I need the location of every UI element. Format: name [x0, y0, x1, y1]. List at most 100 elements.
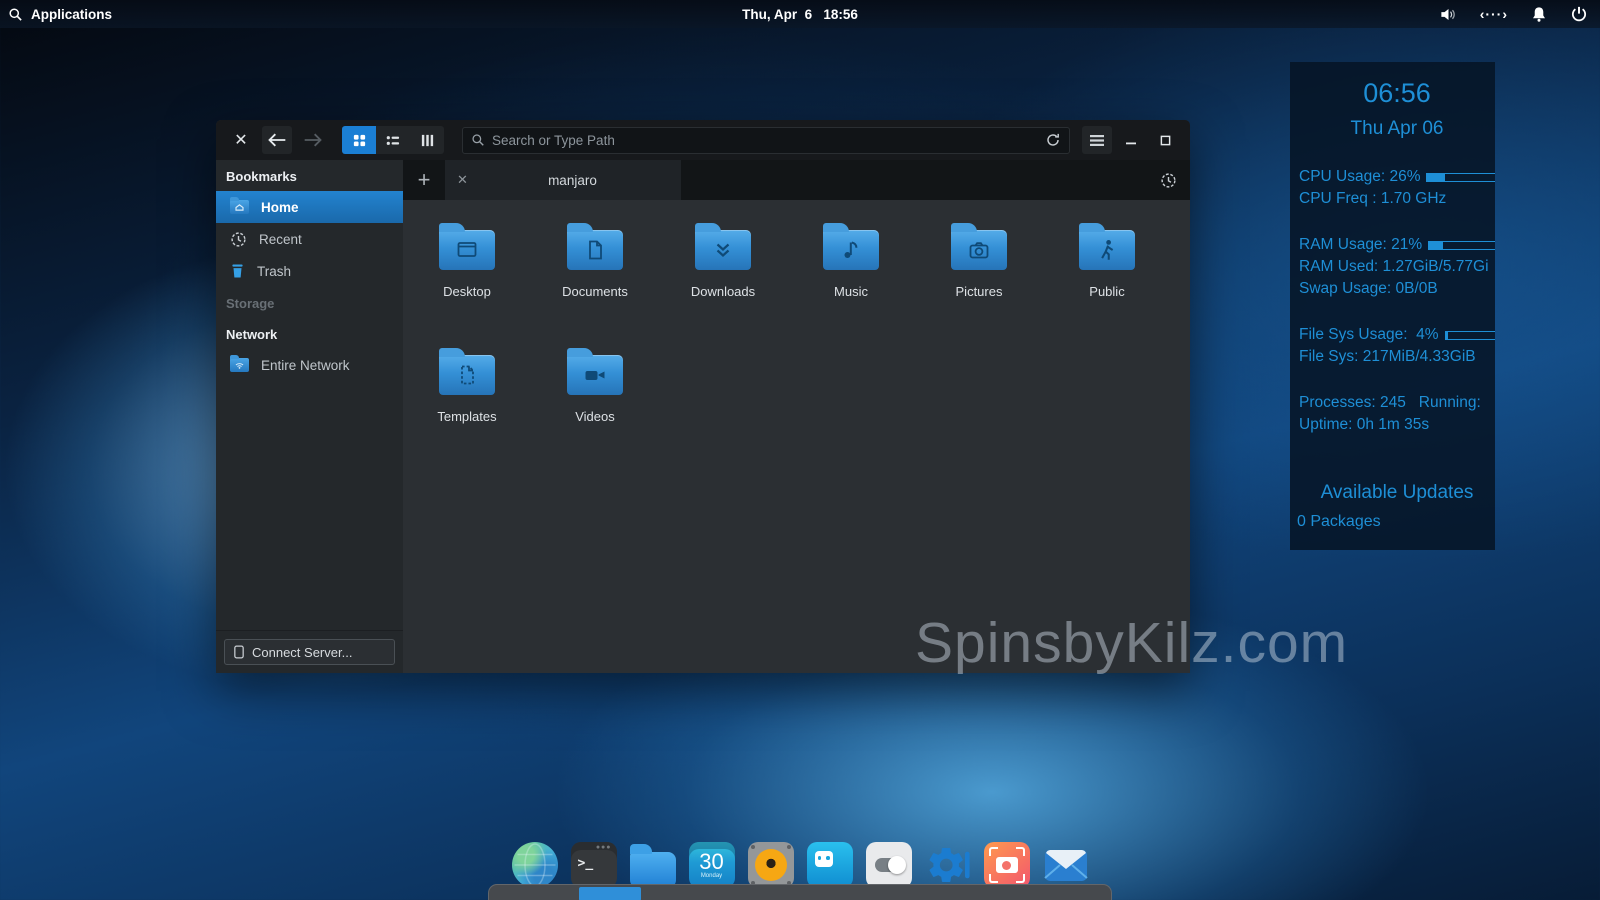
public-folder-icon — [1079, 230, 1135, 270]
media-player-icon[interactable] — [748, 842, 794, 888]
folder-view[interactable]: Desktop Documents Downloads — [403, 200, 1190, 673]
sidebar-item-label: Entire Network — [261, 358, 350, 373]
settings-gear-icon[interactable] — [925, 842, 971, 888]
terminal-icon[interactable]: ●●● >_ — [571, 842, 617, 888]
dock: ●●● >_ 30 Monday — [0, 842, 1600, 888]
minimize-button[interactable] — [1116, 126, 1146, 154]
cpu-usage-bar — [1426, 173, 1495, 182]
watermark-text: SpinsbyKilz.com — [915, 610, 1348, 676]
folder-label: Videos — [575, 409, 615, 424]
file-manager-window: ✕ — [216, 120, 1190, 673]
folder-documents[interactable]: Documents — [531, 212, 659, 337]
downloads-folder-icon — [695, 230, 751, 270]
mail-icon[interactable] — [1043, 842, 1089, 888]
column-view-icon — [420, 133, 435, 148]
folder-public[interactable]: Public — [1043, 212, 1171, 337]
server-icon — [234, 645, 244, 659]
maximize-icon — [1160, 135, 1171, 146]
screenshot-tool-icon[interactable] — [984, 842, 1030, 888]
trash-icon — [230, 263, 245, 279]
toolbar: ✕ — [216, 120, 1190, 160]
sidebar-item-label: Recent — [259, 232, 302, 247]
folder-music[interactable]: Music — [787, 212, 915, 337]
icon-view-button[interactable] — [342, 126, 376, 154]
connect-server-label: Connect Server... — [252, 645, 352, 660]
tab-manjaro[interactable]: ✕ manjaro — [445, 160, 681, 200]
videos-folder-icon — [567, 355, 623, 395]
network-icon[interactable]: ‹···› — [1480, 6, 1508, 22]
volume-icon[interactable] — [1439, 6, 1458, 23]
connect-server-button[interactable]: Connect Server... — [224, 639, 395, 665]
list-view-icon — [385, 133, 401, 148]
back-arrow-icon — [267, 132, 287, 148]
top-panel: Applications Thu, Apr 6 18:56 ‹···› — [0, 0, 1600, 28]
sidebar: Bookmarks Home Recent Trash — [216, 160, 403, 673]
view-mode-group — [342, 126, 444, 154]
uptime-row: Uptime: 0h 1m 35s — [1299, 414, 1495, 436]
bookmarks-header: Bookmarks — [216, 160, 403, 191]
storage-header: Storage — [216, 287, 403, 318]
panel-clock[interactable]: Thu, Apr 6 18:56 — [742, 7, 858, 22]
list-view-button[interactable] — [376, 126, 410, 154]
folder-label: Downloads — [691, 284, 755, 299]
notifications-icon[interactable] — [1530, 5, 1548, 24]
minimize-icon — [1125, 134, 1137, 146]
cpu-freq-row: CPU Freq : 1.70 GHz — [1299, 188, 1495, 210]
music-folder-icon — [823, 230, 879, 270]
fs-detail-row: File Sys: 217MiB/4.33GiB — [1299, 346, 1495, 368]
tab-title: manjaro — [476, 173, 669, 188]
hidden-taskbar-edge[interactable] — [488, 884, 1112, 900]
documents-folder-icon — [567, 230, 623, 270]
applications-menu[interactable]: Applications — [0, 7, 112, 22]
templates-folder-icon — [439, 355, 495, 395]
sidebar-item-entire-network[interactable]: Entire Network — [216, 349, 403, 381]
sidebar-item-recent[interactable]: Recent — [216, 223, 403, 255]
recently-closed-tabs-button[interactable] — [1146, 160, 1190, 200]
cpu-usage-row: CPU Usage: 26% — [1299, 166, 1495, 188]
folder-downloads[interactable]: Downloads — [659, 212, 787, 337]
forward-arrow-icon — [303, 132, 323, 148]
search-icon — [471, 133, 485, 147]
software-center-icon[interactable] — [807, 842, 853, 888]
file-manager-icon[interactable] — [630, 852, 676, 888]
terminal-prompt-glyph: >_ — [578, 856, 594, 871]
forward-button[interactable] — [298, 126, 328, 154]
sidebar-item-label: Trash — [257, 264, 291, 279]
conky-time: 06:56 — [1299, 78, 1495, 109]
column-view-button[interactable] — [410, 126, 444, 154]
ram-usage-bar — [1428, 241, 1495, 250]
search-input[interactable] — [492, 133, 1038, 148]
swap-usage-row: Swap Usage: 0B/0B — [1299, 278, 1495, 300]
available-updates-header: Available Updates — [1299, 482, 1495, 504]
taskbar-active-segment — [579, 887, 641, 900]
refresh-icon[interactable] — [1045, 132, 1061, 148]
back-button[interactable] — [262, 126, 292, 154]
pictures-folder-icon — [951, 230, 1007, 270]
close-window-button[interactable]: ✕ — [226, 126, 256, 154]
folder-templates[interactable]: Templates — [403, 337, 531, 462]
tweaks-toggle-icon[interactable] — [866, 842, 912, 888]
sidebar-item-trash[interactable]: Trash — [216, 255, 403, 287]
new-tab-button[interactable]: + — [403, 160, 445, 200]
menu-button[interactable] — [1082, 126, 1112, 154]
folder-pictures[interactable]: Pictures — [915, 212, 1043, 337]
folder-videos[interactable]: Videos — [531, 337, 659, 462]
sidebar-item-label: Home — [261, 200, 299, 215]
maximize-button[interactable] — [1150, 126, 1180, 154]
folder-desktop[interactable]: Desktop — [403, 212, 531, 337]
packages-count: 0 Packages — [1297, 513, 1495, 531]
network-folder-icon — [230, 358, 249, 372]
tab-close-icon[interactable]: ✕ — [457, 172, 468, 188]
conky-widget: 06:56 Thu Apr 06 CPU Usage: 26% CPU Freq… — [1290, 62, 1495, 550]
search-icon — [8, 7, 23, 22]
path-search-bar[interactable] — [462, 127, 1070, 154]
power-icon[interactable] — [1570, 5, 1588, 23]
folder-label: Desktop — [443, 284, 491, 299]
calendar-icon[interactable]: 30 Monday — [689, 842, 735, 888]
browser-globe-icon[interactable] — [512, 842, 558, 888]
ram-used-row: RAM Used: 1.27GiB/5.77Gi — [1299, 256, 1495, 278]
folder-label: Templates — [437, 409, 496, 424]
sidebar-item-home[interactable]: Home — [216, 191, 403, 223]
network-header: Network — [216, 318, 403, 349]
conky-date: Thu Apr 06 — [1299, 118, 1495, 140]
